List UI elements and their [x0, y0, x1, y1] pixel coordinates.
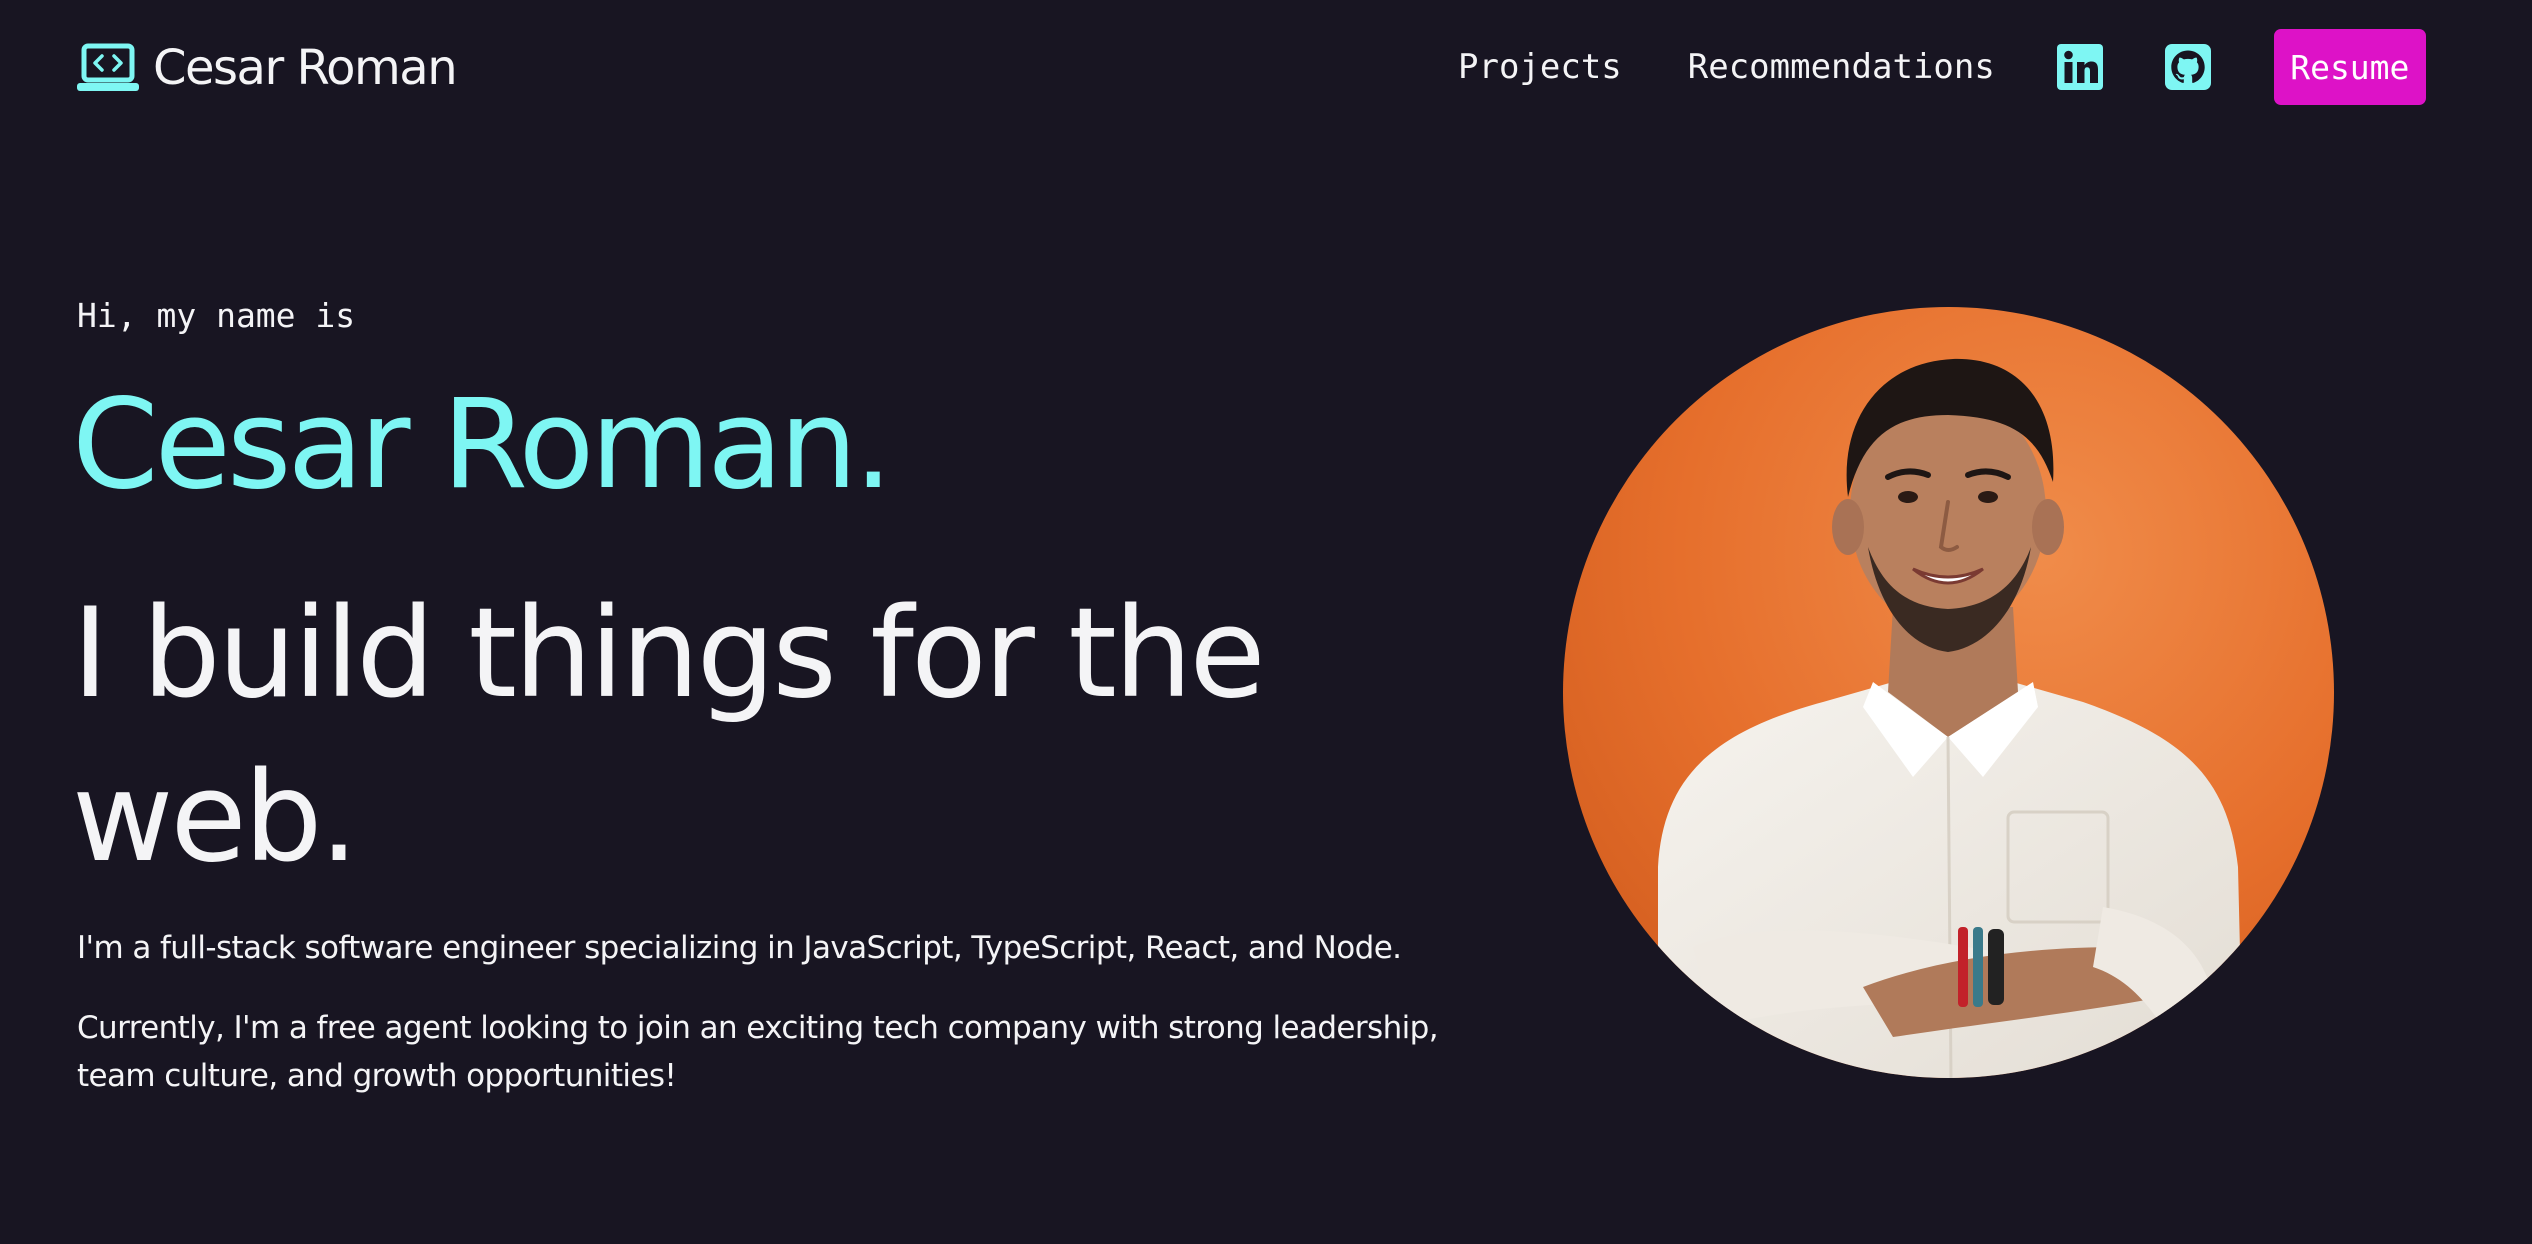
hero-name: Cesar Roman. [72, 373, 893, 517]
main-nav: Projects Recommendations Resume [1458, 29, 2426, 105]
bio-paragraph-status: Currently, I'm a free agent looking to j… [77, 1010, 1439, 1094]
nav-link-projects[interactable]: Projects [1458, 47, 1622, 87]
github-icon [2164, 44, 2211, 90]
bio-paragraph-skills: I'm a full-stack software engineer speci… [77, 930, 1402, 966]
resume-button[interactable]: Resume [2273, 29, 2426, 105]
linkedin-icon [2056, 44, 2103, 90]
hero-intro: Hi, my name is [77, 296, 356, 335]
github-link[interactable] [2164, 44, 2211, 90]
nav-link-recommendations[interactable]: Recommendations [1688, 47, 1995, 87]
laptop-code-icon [77, 43, 139, 91]
brand-name: Cesar Roman [153, 40, 458, 96]
hero-tagline: I build things for the web. [72, 582, 1266, 890]
site-header: Cesar Roman Projects Recommendations Res… [0, 0, 2532, 135]
profile-photo [1563, 307, 2334, 1078]
portrait-illustration [1563, 307, 2334, 1078]
linkedin-link[interactable] [2056, 44, 2103, 90]
brand-logo-link[interactable]: Cesar Roman [77, 38, 458, 98]
